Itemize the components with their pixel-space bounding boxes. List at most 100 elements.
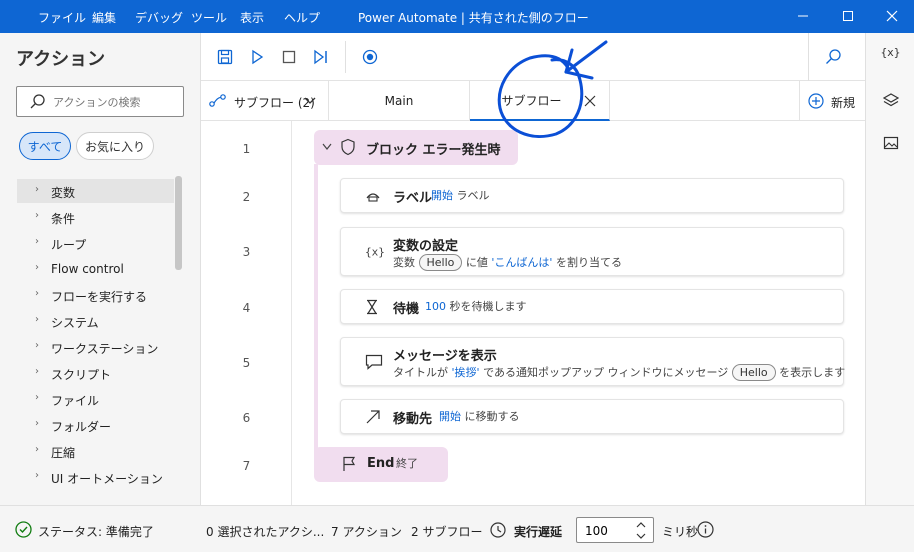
desc-text: ラベル: [456, 189, 490, 202]
clock-icon: [490, 522, 506, 538]
chevron-right-icon: ›: [35, 184, 39, 195]
action-set-variable[interactable]: {x} 変数の設定 変数 Hello に値 'こんばんは' を割り当てる: [340, 227, 844, 276]
filter-favorites-chip[interactable]: お気に入り: [76, 132, 154, 160]
shield-icon: [341, 138, 355, 156]
menu-debug[interactable]: デバッグ: [135, 9, 183, 26]
close-icon: [886, 10, 898, 22]
chevron-right-icon: ›: [35, 236, 39, 247]
block-end-action[interactable]: End 終了: [314, 447, 448, 482]
variable-pill[interactable]: Hello: [731, 364, 776, 381]
actions-scrollbar[interactable]: [175, 176, 182, 270]
action-label[interactable]: ラベル 開始 ラベル: [340, 178, 844, 213]
category-compression[interactable]: › 圧縮: [17, 439, 174, 463]
on-block-error-action[interactable]: ブロック エラー発生時: [314, 130, 518, 165]
category-workstation[interactable]: › ワークステーション: [17, 335, 174, 359]
action-goto[interactable]: 移動先 開始 に移動する: [340, 399, 844, 434]
images-pane-button[interactable]: [866, 136, 914, 150]
category-folder[interactable]: › フォルダー: [17, 413, 174, 437]
toolbar-divider: [808, 33, 809, 81]
stop-button[interactable]: [279, 47, 299, 67]
subflows-dropdown[interactable]: サブフロー (2): [201, 81, 329, 121]
action-display-message[interactable]: メッセージを表示 タイトルが '挨拶' である通知ポップアップ ウィンドウにメッ…: [340, 337, 845, 386]
filter-all-chip[interactable]: すべて: [19, 132, 71, 160]
menu-edit[interactable]: 編集: [92, 9, 116, 26]
record-button[interactable]: [360, 47, 380, 67]
menu-help[interactable]: ヘルプ: [284, 9, 320, 26]
category-system[interactable]: › システム: [17, 309, 174, 333]
desc-text: に値: [465, 256, 488, 269]
action-title: メッセージを表示: [393, 349, 497, 364]
delay-unit-label: ミリ秒: [662, 525, 699, 539]
search-icon: [30, 94, 45, 109]
variables-pane-button[interactable]: {x}: [866, 46, 914, 59]
run-delay-stepper[interactable]: [576, 517, 654, 543]
new-subflow-button[interactable]: 新規: [799, 81, 865, 121]
menu-file[interactable]: ファイル: [38, 9, 86, 26]
menu-view[interactable]: 表示: [240, 9, 264, 26]
close-tab-icon[interactable]: [584, 95, 596, 107]
ui-elements-pane-button[interactable]: [866, 92, 914, 108]
find-button[interactable]: [823, 47, 843, 67]
desc-keyword: 開始: [439, 410, 461, 423]
action-title: 待機: [393, 302, 420, 317]
layers-icon: [882, 93, 899, 107]
category-run-flow[interactable]: › フローを実行する: [17, 283, 174, 307]
run-button[interactable]: [247, 47, 267, 67]
search-icon: [826, 49, 841, 64]
record-icon: [362, 49, 378, 65]
subflows-dropdown-label: サブフロー (2): [234, 96, 315, 110]
tab-subflow[interactable]: サブフロー: [470, 81, 610, 121]
action-wait[interactable]: 待機 100 秒を待機します: [340, 289, 844, 324]
label-icon: [366, 192, 380, 202]
status-text: ステータス: 準備完了: [38, 525, 154, 539]
play-icon: [252, 49, 264, 65]
chevron-up-icon[interactable]: [636, 521, 646, 529]
designer-toolbar: [201, 33, 865, 81]
desc-text: である通知ポップアップ ウィンドウにメッセージ: [483, 366, 729, 379]
end-text: 終了: [396, 457, 418, 470]
category-loops[interactable]: › ループ: [17, 231, 174, 255]
minimize-button[interactable]: [792, 6, 814, 26]
chevron-right-icon: ›: [35, 444, 39, 455]
category-flow-control[interactable]: › Flow control: [17, 257, 174, 281]
category-conditionals[interactable]: › 条件: [17, 205, 174, 229]
title-bar: ファイル 編集 デバッグ ツール 表示 ヘルプ Power Automate |…: [0, 0, 914, 33]
maximize-button[interactable]: [837, 6, 859, 26]
image-icon: [883, 136, 898, 150]
desc-text: に移動する: [464, 410, 520, 423]
chevron-down-icon[interactable]: [636, 532, 646, 540]
variable-pill[interactable]: Hello: [418, 254, 463, 271]
desc-keyword: 'こんばんは': [491, 256, 553, 269]
run-delay-input[interactable]: [585, 522, 635, 539]
category-scripting[interactable]: › スクリプト: [17, 361, 174, 385]
chevron-down-icon[interactable]: [322, 143, 332, 151]
action-search-box[interactable]: [16, 86, 184, 117]
run-next-action-button[interactable]: [311, 47, 331, 67]
run-delay-label: 実行遅延: [514, 525, 563, 539]
line-number: 7: [242, 459, 251, 473]
action-title: 変数の設定: [393, 239, 459, 254]
chevron-right-icon: ›: [35, 392, 39, 403]
actions-count: 7 アクション: [331, 525, 402, 539]
app-window: ファイル 編集 デバッグ ツール 表示 ヘルプ Power Automate |…: [0, 0, 914, 552]
add-icon: [808, 93, 824, 109]
variable-icon: {x}: [365, 245, 385, 258]
stop-icon: [282, 50, 296, 64]
tab-main-label: Main: [384, 94, 414, 108]
chevron-down-icon: [304, 97, 316, 104]
category-variables[interactable]: › 変数: [17, 179, 174, 203]
hourglass-icon: [367, 299, 377, 314]
category-file[interactable]: › ファイル: [17, 387, 174, 411]
tab-main[interactable]: Main: [329, 81, 470, 121]
close-window-button[interactable]: [881, 6, 903, 26]
action-search-input[interactable]: [53, 92, 179, 112]
save-button[interactable]: [215, 47, 235, 67]
chevron-right-icon: ›: [35, 418, 39, 429]
chevron-right-icon: ›: [35, 340, 39, 351]
info-icon[interactable]: [697, 521, 714, 538]
menu-tools[interactable]: ツール: [191, 9, 227, 26]
desc-text: タイトルが: [393, 366, 448, 379]
category-ui-automation[interactable]: › UI オートメーション: [17, 465, 174, 489]
status-bar: ステータス: 準備完了 0 選択されたアクシ... 7 アクション 2 サブフロ…: [0, 505, 914, 552]
line-number: 1: [242, 142, 251, 156]
